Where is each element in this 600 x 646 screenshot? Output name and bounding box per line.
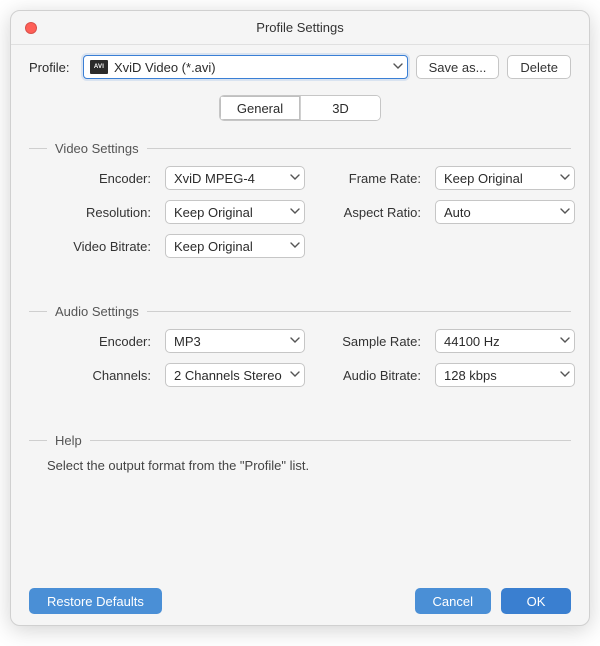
content-area: Profile: AVI XviD Video (*.avi) Save as.…	[11, 45, 589, 577]
audio-settings-header: Audio Settings	[29, 304, 571, 319]
audio-settings-label: Audio Settings	[55, 304, 139, 319]
chevron-down-icon	[560, 208, 568, 216]
tab-general[interactable]: General	[220, 96, 300, 120]
chevron-down-icon	[290, 208, 298, 216]
resolution-select[interactable]: Keep Original	[165, 200, 305, 224]
titlebar: Profile Settings	[11, 11, 589, 45]
restore-defaults-button[interactable]: Restore Defaults	[29, 588, 162, 614]
video-settings-header: Video Settings	[29, 141, 571, 156]
channels-label: Channels:	[35, 368, 155, 383]
resolution-label: Resolution:	[35, 205, 155, 220]
video-bitrate-label: Video Bitrate:	[35, 239, 155, 254]
audio-encoder-select[interactable]: MP3	[165, 329, 305, 353]
profile-settings-window: Profile Settings Profile: AVI XviD Video…	[10, 10, 590, 626]
help-group: Help Select the output format from the "…	[29, 429, 571, 473]
chevron-down-icon	[560, 174, 568, 182]
sample-rate-select[interactable]: 44100 Hz	[435, 329, 575, 353]
save-as-button[interactable]: Save as...	[416, 55, 500, 79]
tabs: General 3D	[29, 95, 571, 121]
chevron-down-icon	[290, 337, 298, 345]
video-bitrate-select[interactable]: Keep Original	[165, 234, 305, 258]
profile-row: Profile: AVI XviD Video (*.avi) Save as.…	[29, 55, 571, 79]
audio-settings-group: Audio Settings Encoder: MP3 Sample Rate:…	[29, 300, 571, 387]
help-label: Help	[55, 433, 82, 448]
frame-rate-label: Frame Rate:	[315, 171, 425, 186]
window-title: Profile Settings	[256, 20, 343, 35]
video-encoder-label: Encoder:	[35, 171, 155, 186]
cancel-button[interactable]: Cancel	[415, 588, 491, 614]
ok-button[interactable]: OK	[501, 588, 571, 614]
footer: Restore Defaults Cancel OK	[11, 577, 589, 625]
audio-encoder-label: Encoder:	[35, 334, 155, 349]
delete-button[interactable]: Delete	[507, 55, 571, 79]
video-settings-group: Video Settings Encoder: XviD MPEG-4 Fram…	[29, 137, 571, 258]
chevron-down-icon	[560, 337, 568, 345]
chevron-down-icon	[393, 63, 401, 71]
chevron-down-icon	[290, 371, 298, 379]
profile-select[interactable]: AVI XviD Video (*.avi)	[83, 55, 408, 79]
sample-rate-label: Sample Rate:	[315, 334, 425, 349]
close-window-icon[interactable]	[25, 22, 37, 34]
avi-file-icon: AVI	[90, 60, 108, 74]
audio-bitrate-label: Audio Bitrate:	[315, 368, 425, 383]
frame-rate-select[interactable]: Keep Original	[435, 166, 575, 190]
video-settings-label: Video Settings	[55, 141, 139, 156]
help-text: Select the output format from the "Profi…	[47, 458, 571, 473]
help-header: Help	[29, 433, 571, 448]
profile-label: Profile:	[29, 60, 75, 75]
tab-segment: General 3D	[219, 95, 381, 121]
aspect-ratio-label: Aspect Ratio:	[315, 205, 425, 220]
channels-select[interactable]: 2 Channels Stereo	[165, 363, 305, 387]
video-encoder-select[interactable]: XviD MPEG-4	[165, 166, 305, 190]
chevron-down-icon	[290, 174, 298, 182]
aspect-ratio-select[interactable]: Auto	[435, 200, 575, 224]
chevron-down-icon	[560, 371, 568, 379]
profile-value: XviD Video (*.avi)	[114, 60, 387, 75]
audio-bitrate-select[interactable]: 128 kbps	[435, 363, 575, 387]
tab-3d[interactable]: 3D	[300, 96, 380, 120]
chevron-down-icon	[290, 242, 298, 250]
